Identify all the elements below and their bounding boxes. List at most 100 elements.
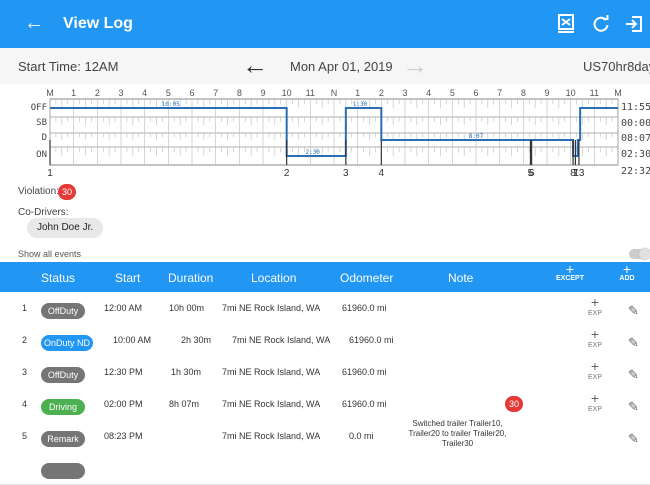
events-table-header: Status Start Duration Location Odometer … [0,262,650,292]
table-row[interactable]: 4 Driving 02:00 PM 8h 07m 7mi NE Rock Island… [0,388,650,421]
hour-label: 6 [473,88,478,98]
status-label: D [42,133,47,143]
row-start: 12:30 PM [104,367,143,377]
event-marker-label: 3 [343,168,349,179]
codriver-chip[interactable]: John Doe Jr. [27,218,104,238]
status-total: 22:32 [621,166,650,177]
table-row[interactable]: 5 Remark 08:23 PM 7mi NE Rock Island, WA 0.0… [0,419,650,453]
edit-pencil-icon[interactable]: ✎ [628,303,639,319]
status-label: SB [36,118,47,128]
event-marker-label: 1 [47,168,53,179]
duration-label: 8:07 [469,133,484,140]
hour-label: N [331,88,338,98]
status-pill: OnDuty ND [41,335,93,351]
status-pill [41,463,85,479]
col-duration: Duration [168,271,214,285]
row-location: 7mi NE Rock Island, WA [232,335,331,345]
row-location: 7mi NE Rock Island, WA [222,303,321,313]
row-odometer: 61960.0 mi [349,335,394,345]
table-row[interactable]: 1 OffDuty 12:00 AM 10h 00m 7mi NE Rock Islan… [0,292,650,325]
col-note: Note [448,271,474,285]
status-total: 02:30 [621,149,650,160]
show-all-events-label: Show all events [18,249,82,259]
row-number: 1 [22,303,28,313]
next-day-arrow-icon[interactable]: → [402,50,428,81]
row-odometer: 0.0 mi [349,431,374,441]
row-duration: 1h 30m [171,367,202,377]
row-odometer: 61960.0 mi [342,367,387,377]
show-all-events-toggle[interactable] [629,248,650,260]
exp-button[interactable]: + EXP [584,359,606,382]
previous-day-arrow-icon[interactable]: ← [242,50,268,81]
log-graph-svg: M 1 2 3 4 5 6 7 8 9 10 11 N 1 2 3 4 5 6 7 8 9 10 11 MOFFSBDON11:… [31,88,650,179]
row-number: 4 [22,399,28,409]
event-marker-label: 4 [379,168,385,179]
ruleset: US70hr8days [583,59,650,74]
add-plus-icon: + [622,261,632,277]
row-duration: 8h 07m [169,399,200,409]
exp-button[interactable]: + EXP [584,391,606,414]
except-button[interactable]: + EXCEPT [552,261,588,284]
col-start: Start [115,271,141,285]
event-marker-label: 13 [573,168,585,179]
edit-pencil-icon[interactable]: ✎ [628,399,639,415]
log-graph[interactable]: M 1 2 3 4 5 6 7 8 9 10 11 N 1 2 3 4 5 6 7 8 9 10 11 M OFF SB D ON 11:… [0,84,650,184]
row-location: 7mi NE Rock Island, WA [222,431,321,441]
duration-label: 10:05 [162,101,180,108]
hour-label: 8 [237,88,242,98]
hour-label: 11 [306,88,315,98]
status-pill: Driving [41,399,85,415]
exp-label: EXP [587,374,602,381]
hour-label: 4 [426,88,431,98]
row-location: 7mi NE Rock Island, WA [222,367,321,377]
hour-label: M [614,88,622,98]
row-start: 02:00 PM [104,399,143,409]
hour-label: M [46,88,54,98]
app-bar: ← View Log [0,0,650,48]
table-row[interactable] [0,452,650,485]
table-row[interactable]: 2 OnDuty ND 10:00 AM 2h 30m 7mi NE Rock Isla… [0,324,650,357]
hour-label: 6 [189,88,194,98]
row-violation-badge[interactable]: 30 [505,396,523,412]
row-duration: 10h 00m [169,303,205,313]
hour-label: 5 [166,88,171,98]
event-marker-label: 6 [529,168,535,179]
duration-label: 1:30 [353,101,368,108]
violation-badge[interactable]: 30 [58,184,76,200]
exp-label: EXP [587,406,602,413]
hour-label: 2 [95,88,100,98]
add-button[interactable]: + ADD [614,261,640,284]
status-total: 08:07 [621,133,650,144]
col-status: Status [41,271,76,285]
back-arrow-icon[interactable]: ← [24,12,44,34]
exp-button[interactable]: + EXP [584,327,606,350]
exp-button[interactable]: + EXP [584,295,606,318]
row-odometer: 61960.0 mi [342,303,387,313]
edit-pencil-icon[interactable]: ✎ [628,367,639,383]
hour-label: 8 [521,88,526,98]
log-date: Mon Apr 01, 2019 [290,59,393,74]
export-icon[interactable] [552,10,580,38]
col-location: Location [251,271,297,285]
exp-plus-icon: + [590,326,600,342]
edit-pencil-icon[interactable]: ✎ [628,335,639,351]
refresh-icon[interactable] [587,10,615,38]
status-pill: Remark [41,431,85,447]
exp-plus-icon: + [590,358,600,374]
exp-plus-icon: + [590,294,600,310]
edit-pencil-icon[interactable]: ✎ [628,431,639,447]
table-row[interactable]: 3 OffDuty 12:30 PM 1h 30m 7mi NE Rock Island… [0,356,650,389]
toggle-knob [639,248,650,260]
violation-row: Violation: 30 [18,184,76,200]
start-time: Start Time: 12AM [18,59,119,74]
status-pill: OffDuty [41,303,85,319]
hour-label: 11 [590,88,599,98]
logout-icon[interactable] [620,10,648,38]
row-odometer: 61960.0 mi [342,399,387,409]
hour-label: 2 [379,88,384,98]
row-number: 5 [22,431,28,441]
except-plus-icon: + [565,261,575,277]
row-note: Switched trailer Trailer10, Trailer20 to… [408,419,507,448]
hour-label: 4 [142,88,147,98]
hour-label: 9 [544,88,549,98]
